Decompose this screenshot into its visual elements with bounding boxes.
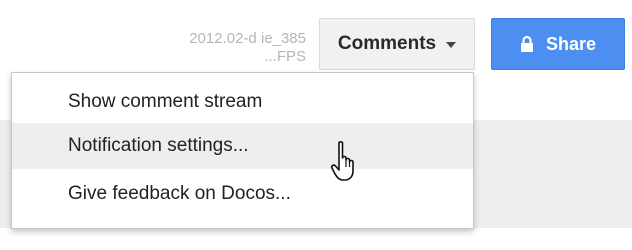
menu-item-label: Show comment stream xyxy=(68,91,263,112)
menu-item-notification-settings[interactable]: Notification settings... xyxy=(12,123,473,169)
document-info-line-2: ...FPS xyxy=(264,48,306,65)
hand-pointer-icon xyxy=(330,140,364,184)
chevron-down-icon xyxy=(446,42,457,48)
document-info-line-1: 2012.02-d ie_385 xyxy=(189,30,306,47)
menu-item-label: Notification settings... xyxy=(68,135,249,156)
comments-dropdown-menu: Show comment stream Notification setting… xyxy=(11,72,474,229)
lock-icon xyxy=(520,35,534,53)
menu-item-show-comment-stream[interactable]: Show comment stream xyxy=(12,79,473,125)
comments-button-label: Comments xyxy=(337,33,437,54)
menu-item-label: Give feedback on Docos... xyxy=(68,183,291,204)
menu-item-give-feedback[interactable]: Give feedback on Docos... xyxy=(12,171,473,217)
share-button-label: Share xyxy=(545,33,597,54)
screenshot-frame: 2012.02-d ie_385 ...FPS Comments Share S… xyxy=(0,0,632,250)
comments-button[interactable]: Comments xyxy=(319,18,475,70)
document-info: 2012.02-d ie_385 ...FPS xyxy=(116,30,306,66)
share-button[interactable]: Share xyxy=(491,18,625,70)
